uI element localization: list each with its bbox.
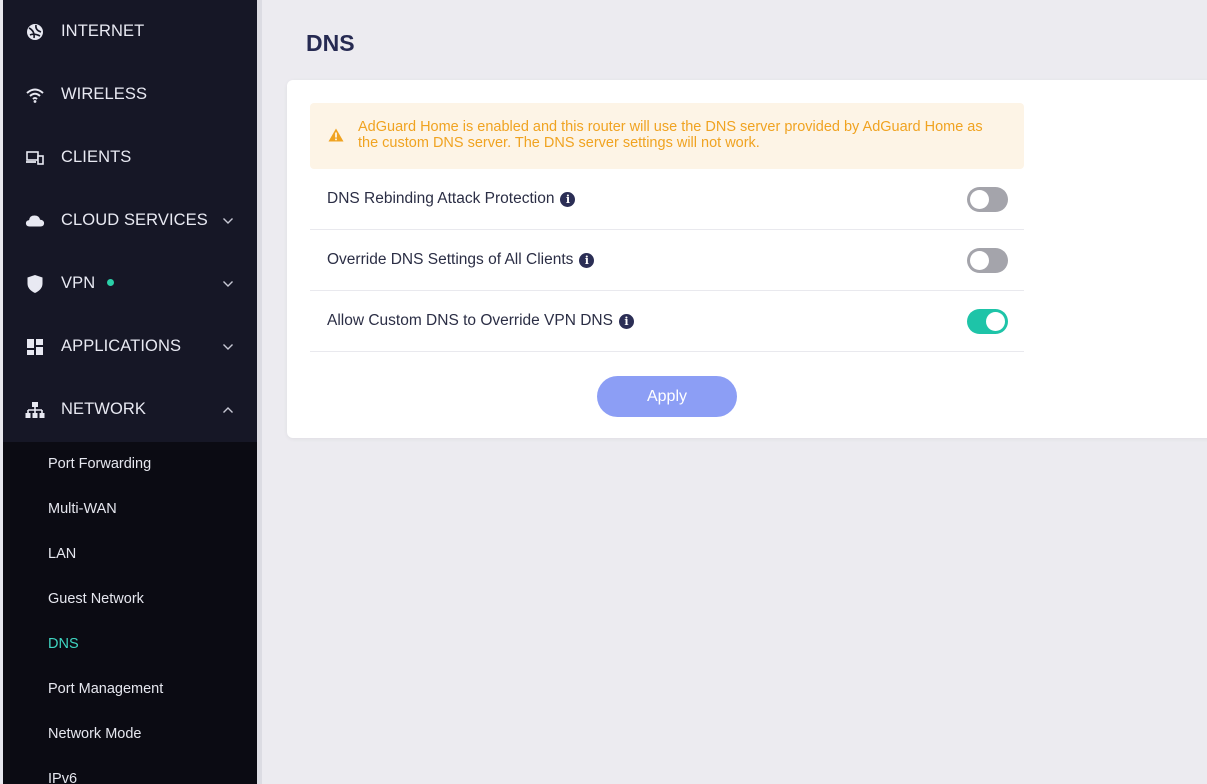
warning-icon [328,128,344,142]
chevron-down-icon[interactable] [221,214,235,228]
wifi-icon [25,85,45,105]
sidebar-item-label: WIRELESS [61,85,148,103]
page-title: DNS [306,30,355,56]
sidebar-item-applications[interactable]: APPLICATIONS [3,315,257,378]
submenu-item-ipv6[interactable]: IPv6 [48,771,77,784]
toggle-knob [970,190,989,209]
submenu-item-multi-wan[interactable]: Multi-WAN [48,501,117,517]
sidebar-item-label: NETWORK [61,400,147,418]
override-dns-toggle[interactable] [967,248,1008,273]
chevron-up-icon[interactable] [221,403,235,417]
info-icon[interactable]: i [579,252,595,268]
sidebar-item-vpn[interactable]: VPN [3,252,257,315]
custom-dns-override-vpn-toggle[interactable] [967,309,1008,334]
submenu-item-lan[interactable]: LAN [48,546,76,562]
dns-settings-card: AdGuard Home is enabled and this router … [287,80,1207,438]
shield-icon [25,274,45,294]
sidebar-item-label: VPN [61,274,96,292]
submenu-item-port-forwarding[interactable]: Port Forwarding [48,456,151,472]
cloud-icon [25,211,45,231]
sidebar-item-label: INTERNET [61,22,145,40]
submenu-item-guest-network[interactable]: Guest Network [48,591,144,607]
submenu-item-network-mode[interactable]: Network Mode [48,726,141,742]
adguard-warning-banner: AdGuard Home is enabled and this router … [310,103,1024,169]
globe-icon [25,22,45,42]
apply-button[interactable]: Apply [597,376,737,417]
setting-row-override-dns: Override DNS Settings of All Clients i [310,230,1024,291]
chevron-down-icon[interactable] [221,340,235,354]
sidebar-item-wireless[interactable]: WIRELESS [3,63,257,126]
sidebar-item-label: CLIENTS [61,148,132,166]
network-submenu: Port Forwarding Multi-WAN LAN Guest Netw… [3,442,257,784]
setting-label: Override DNS Settings of All Clients [327,251,574,268]
network-icon [25,400,45,420]
sidebar-divider [257,0,262,784]
setting-label: DNS Rebinding Attack Protection [327,190,555,207]
apps-icon [25,337,45,357]
toggle-knob [986,312,1005,331]
info-icon[interactable]: i [560,191,576,207]
devices-icon [25,148,45,168]
sidebar-item-label: APPLICATIONS [61,337,182,355]
dns-rebinding-toggle[interactable] [967,187,1008,212]
sidebar-item-network[interactable]: NETWORK [3,378,257,441]
info-icon[interactable]: i [618,313,634,329]
sidebar: INTERNET WIRELESS CLIENTS CLOUD SERVICES… [0,0,257,784]
setting-row-custom-dns-vpn: Allow Custom DNS to Override VPN DNS i [310,291,1024,352]
submenu-item-port-management[interactable]: Port Management [48,681,163,697]
warning-text: AdGuard Home is enabled and this router … [358,119,983,151]
sidebar-item-label: CLOUD SERVICES [61,211,208,229]
sidebar-item-internet[interactable]: INTERNET [3,0,257,63]
sidebar-item-clients[interactable]: CLIENTS [3,126,257,189]
submenu-item-dns[interactable]: DNS [48,636,79,652]
toggle-knob [970,251,989,270]
vpn-status-dot [107,279,115,287]
setting-row-dns-rebinding: DNS Rebinding Attack Protection i [310,169,1024,230]
sidebar-item-cloud-services[interactable]: CLOUD SERVICES [3,189,257,252]
setting-label: Allow Custom DNS to Override VPN DNS [327,312,613,329]
chevron-down-icon[interactable] [221,277,235,291]
